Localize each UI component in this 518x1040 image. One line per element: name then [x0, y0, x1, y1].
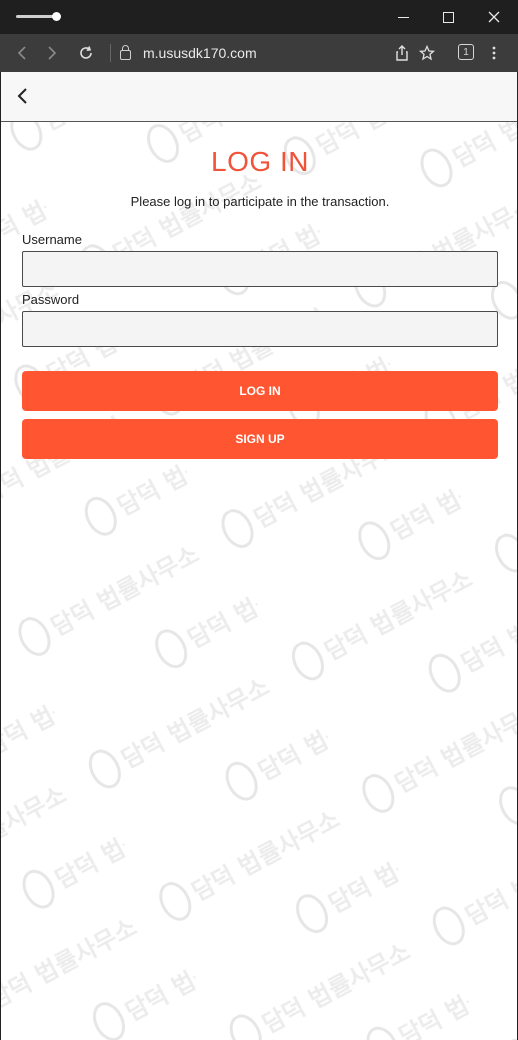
forward-nav-button[interactable] — [40, 34, 64, 72]
address-separator — [110, 44, 111, 62]
minimize-icon — [397, 16, 409, 18]
close-button[interactable] — [471, 0, 517, 34]
reload-icon — [80, 46, 92, 59]
lock-icon — [120, 45, 131, 60]
maximize-button[interactable] — [425, 0, 471, 34]
username-label: Username — [22, 232, 82, 247]
page-subtitle: Please log in to participate in the tran… — [130, 194, 390, 209]
tab-count-button[interactable]: 1 — [458, 44, 474, 60]
signup-button[interactable]: SIGN UP — [22, 419, 498, 459]
back-nav-button[interactable] — [10, 34, 34, 72]
browser-toolbar: m.ususdk170.com 1 — [0, 34, 518, 72]
bookmark-button[interactable] — [416, 34, 438, 72]
app-header — [1, 72, 517, 122]
password-label: Password — [22, 292, 80, 307]
minimize-button[interactable] — [380, 0, 426, 34]
share-icon — [396, 45, 408, 61]
menu-button[interactable] — [486, 34, 502, 72]
maximize-icon — [442, 11, 454, 23]
share-button[interactable] — [392, 34, 412, 72]
chevron-left-icon — [17, 88, 27, 104]
title-bar — [0, 0, 518, 34]
username-field[interactable] — [22, 251, 498, 287]
back-button[interactable] — [13, 84, 35, 108]
star-icon — [419, 45, 435, 61]
address-bar[interactable]: m.ususdk170.com — [112, 40, 372, 66]
zoom-slider-thumb[interactable] — [52, 12, 61, 21]
arrow-right-icon — [48, 46, 57, 60]
page-viewport: 담덕 법률사무소 담덕 법률사무소 LOG IN Please log in t… — [0, 72, 518, 1040]
zoom-slider-track[interactable] — [16, 15, 56, 18]
url-text[interactable]: m.ususdk170.com — [143, 45, 257, 61]
reload-button[interactable] — [74, 34, 98, 72]
more-vert-icon — [492, 46, 496, 60]
browser-window: m.ususdk170.com 1 LOG IN Please log in t… — [0, 0, 518, 1040]
arrow-left-icon — [17, 46, 26, 60]
login-button[interactable]: LOG IN — [22, 371, 498, 411]
page-title: LOG IN — [211, 146, 309, 177]
password-field[interactable] — [22, 311, 498, 347]
close-icon — [488, 11, 500, 23]
